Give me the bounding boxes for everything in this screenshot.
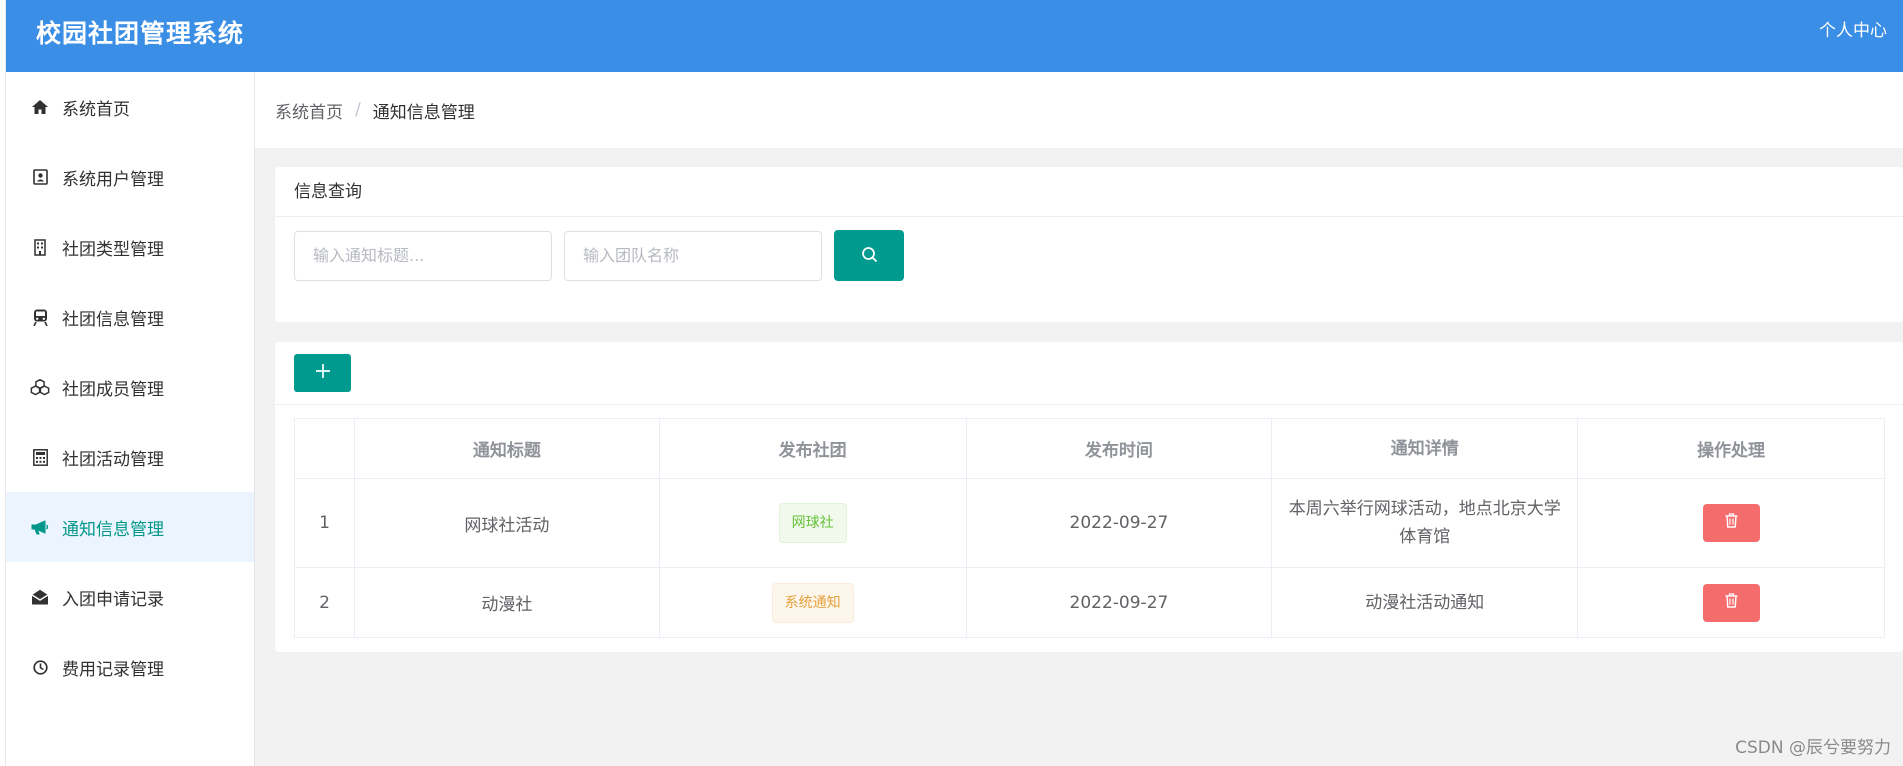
breadcrumb-home-link[interactable]: 系统首页 bbox=[275, 98, 343, 123]
top-header: 校园社团管理系统 个人中心 bbox=[6, 0, 1903, 72]
sidebar-item-notices[interactable]: 通知信息管理 bbox=[6, 492, 254, 562]
plus-icon bbox=[315, 363, 331, 383]
sidebar-item-label: 费用记录管理 bbox=[62, 659, 164, 680]
add-notice-button[interactable] bbox=[294, 354, 351, 392]
row-index: 2 bbox=[294, 567, 355, 638]
header-index bbox=[294, 418, 355, 479]
sidebar-item-label: 系统用户管理 bbox=[62, 169, 164, 190]
row-index: 1 bbox=[294, 478, 355, 568]
header-club: 发布社团 bbox=[658, 418, 967, 479]
calculator-icon bbox=[30, 447, 50, 467]
club-tag: 网球社 bbox=[778, 503, 847, 543]
trash-icon bbox=[1725, 592, 1738, 613]
query-form bbox=[294, 230, 904, 281]
breadcrumb-current: 通知信息管理 bbox=[372, 102, 475, 123]
table-row: 2 动漫社 系统通知 2022-09-27 动漫社活动通知 bbox=[294, 567, 1885, 638]
row-notice-title: 网球社活动 bbox=[353, 478, 660, 568]
sidebar: 系统首页 系统用户管理 社团类型管理 社团信息管理 社团成员管理 社团活动管理 bbox=[6, 72, 255, 766]
header-time: 发布时间 bbox=[965, 418, 1273, 479]
row-club-cell: 系统通知 bbox=[658, 567, 967, 638]
table-divider bbox=[275, 404, 1903, 405]
sidebar-item-activities[interactable]: 社团活动管理 bbox=[6, 422, 254, 492]
row-detail: 本周六举行网球活动，地点北京大学体育馆 bbox=[1271, 478, 1579, 568]
notice-table-card: 通知标题 发布社团 发布时间 通知详情 操作处理 1 网球社活动 网球社 202… bbox=[275, 342, 1903, 652]
trash-icon bbox=[1725, 513, 1738, 533]
id-card-icon bbox=[30, 167, 50, 187]
sidebar-item-fees[interactable]: 费用记录管理 bbox=[6, 632, 254, 702]
sidebar-item-label: 系统首页 bbox=[62, 99, 130, 120]
query-card: 信息查询 bbox=[275, 167, 1903, 322]
csdn-watermark: CSDN @辰兮要努力 bbox=[1735, 738, 1891, 758]
row-operation-cell bbox=[1577, 478, 1885, 568]
clock-icon bbox=[30, 657, 50, 677]
delete-button[interactable] bbox=[1702, 583, 1760, 622]
bullhorn-icon bbox=[30, 517, 50, 537]
notice-table: 通知标题 发布社团 发布时间 通知详情 操作处理 1 网球社活动 网球社 202… bbox=[294, 418, 1885, 638]
search-icon bbox=[861, 246, 878, 266]
app-title: 校园社团管理系统 bbox=[36, 19, 245, 48]
breadcrumb: 系统首页 / 通知信息管理 bbox=[255, 72, 1903, 148]
row-operation-cell bbox=[1577, 567, 1885, 638]
envelope-open-icon bbox=[30, 587, 50, 607]
header-notice-title: 通知标题 bbox=[353, 418, 660, 479]
sidebar-item-club-types[interactable]: 社团类型管理 bbox=[6, 212, 254, 282]
notice-title-input[interactable] bbox=[294, 230, 552, 281]
sidebar-item-label: 通知信息管理 bbox=[62, 519, 164, 540]
main-content: 系统首页 / 通知信息管理 信息查询 通知标题 bbox=[255, 72, 1903, 766]
sidebar-item-home[interactable]: 系统首页 bbox=[6, 72, 254, 142]
row-club-cell: 网球社 bbox=[658, 478, 967, 568]
sidebar-item-members[interactable]: 社团成员管理 bbox=[6, 352, 254, 422]
header-operation: 操作处理 bbox=[1577, 418, 1885, 479]
sidebar-item-label: 社团成员管理 bbox=[62, 379, 164, 400]
breadcrumb-separator: / bbox=[355, 100, 361, 120]
row-time: 2022-09-27 bbox=[965, 478, 1273, 568]
row-notice-title: 动漫社 bbox=[353, 567, 660, 638]
table-header-row: 通知标题 发布社团 发布时间 通知详情 操作处理 bbox=[294, 418, 1885, 479]
sidebar-item-label: 社团活动管理 bbox=[62, 449, 164, 470]
team-name-input[interactable] bbox=[564, 230, 822, 281]
query-card-title: 信息查询 bbox=[275, 167, 1903, 217]
row-time: 2022-09-27 bbox=[965, 567, 1273, 638]
cubes-icon bbox=[30, 377, 50, 397]
sidebar-item-label: 社团信息管理 bbox=[62, 309, 164, 330]
sidebar-item-label: 入团申请记录 bbox=[62, 589, 164, 610]
sidebar-item-club-info[interactable]: 社团信息管理 bbox=[6, 282, 254, 352]
sidebar-item-label: 社团类型管理 bbox=[62, 239, 164, 260]
header-detail: 通知详情 bbox=[1271, 418, 1579, 479]
user-center-link[interactable]: 个人中心 bbox=[1819, 16, 1887, 41]
home-icon bbox=[30, 97, 50, 117]
club-tag: 系统通知 bbox=[771, 582, 854, 623]
search-button[interactable] bbox=[834, 230, 904, 281]
table-row: 1 网球社活动 网球社 2022-09-27 本周六举行网球活动，地点北京大学体… bbox=[294, 478, 1885, 568]
train-icon bbox=[30, 307, 50, 327]
row-detail: 动漫社活动通知 bbox=[1271, 567, 1579, 638]
sidebar-item-users[interactable]: 系统用户管理 bbox=[6, 142, 254, 212]
sidebar-item-join-applications[interactable]: 入团申请记录 bbox=[6, 562, 254, 632]
delete-button[interactable] bbox=[1702, 504, 1760, 542]
building-icon bbox=[30, 237, 50, 257]
